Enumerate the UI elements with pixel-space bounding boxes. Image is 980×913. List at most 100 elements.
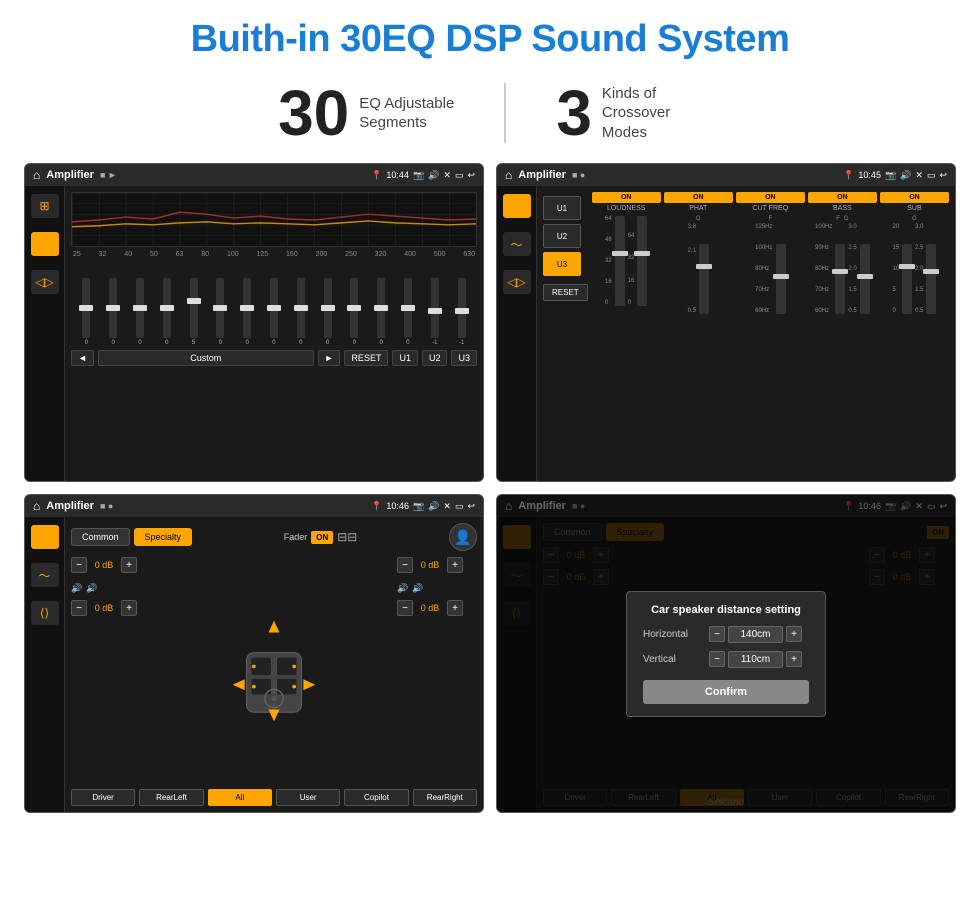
rearright-btn[interactable]: RearRight [413, 789, 477, 806]
bass-on[interactable]: ON [808, 192, 877, 203]
sidebar-eq-btn[interactable]: ⊞ [31, 194, 59, 218]
reset-btn-1[interactable]: RESET [344, 350, 388, 366]
vol-rr-minus[interactable]: − [397, 600, 413, 616]
eq-slider-0[interactable]: 0 [82, 278, 90, 346]
crossover-bands: ON LOUDNESS 644832160 6432160 [592, 192, 949, 475]
cutfreq-slider[interactable] [776, 244, 786, 314]
vol-fl-minus[interactable]: − [71, 557, 87, 573]
time-3: 10:46 [386, 501, 409, 511]
cutfreq-on[interactable]: ON [736, 192, 805, 203]
eq-slider-6[interactable]: 0 [243, 278, 251, 346]
vol-fl-plus[interactable]: + [121, 557, 137, 573]
next-btn[interactable]: ► [318, 350, 341, 366]
eq-slider-14[interactable]: -1 [458, 278, 466, 346]
sidebar-wave-btn-3[interactable]: 〜 [31, 563, 59, 587]
fader-label: Fader [284, 532, 308, 542]
confirm-button[interactable]: Confirm [643, 680, 809, 704]
u3-preset[interactable]: U3 [543, 252, 581, 276]
home-icon-3[interactable]: ⌂ [33, 499, 40, 513]
vertical-plus[interactable]: + [786, 651, 802, 667]
back-icon-3: ↩ [467, 501, 475, 512]
loudness-slider[interactable] [615, 216, 625, 306]
reset-btn-2[interactable]: RESET [543, 284, 588, 301]
sub-slider[interactable] [902, 244, 912, 314]
u1-preset[interactable]: U1 [543, 196, 581, 220]
vol-rl-plus[interactable]: + [121, 600, 137, 616]
bass-label: BASS [833, 205, 852, 212]
all-btn[interactable]: All [208, 789, 272, 806]
eq-slider-1[interactable]: 0 [109, 278, 117, 346]
vol-fr-minus[interactable]: − [397, 557, 413, 573]
copilot-btn[interactable]: Copilot [344, 789, 408, 806]
horizontal-minus[interactable]: − [709, 626, 725, 642]
eq-slider-5[interactable]: 0 [216, 278, 224, 346]
phat-slider[interactable] [699, 244, 709, 314]
vol-rl-val: 0 dB [90, 603, 118, 613]
eq-slider-8[interactable]: 0 [297, 278, 305, 346]
band-bass: ON BASS FG 100Hz90Hz80Hz70Hz60Hz [808, 192, 877, 475]
sidebar-wave-btn-2[interactable]: 〜 [503, 232, 531, 256]
eq-slider-13[interactable]: -1 [431, 278, 439, 346]
eq-slider-12[interactable]: 0 [404, 278, 412, 346]
fader-on-btn[interactable]: ON [311, 531, 333, 544]
u3-btn-1[interactable]: U3 [451, 350, 477, 366]
amp-left-controls: − 0 dB + 🔊 🔊 − 0 dB + [71, 557, 151, 785]
u2-btn-1[interactable]: U2 [422, 350, 448, 366]
eq-slider-4[interactable]: 5 [190, 278, 198, 346]
eq-slider-9[interactable]: 0 [324, 278, 332, 346]
sidebar-wave-btn[interactable]: 〜 [31, 232, 59, 256]
eq-slider-2[interactable]: 0 [136, 278, 144, 346]
user-btn[interactable]: User [276, 789, 340, 806]
sidebar-bt-btn-3[interactable]: ⟨⟩ [31, 601, 59, 625]
sub-on[interactable]: ON [880, 192, 949, 203]
stat-eq-label: EQ AdjustableSegments [359, 94, 454, 133]
band-cutfreq: ON CUT FREQ F 125Hz100Hz80Hz70Hz60Hz [736, 192, 805, 475]
eq-graph [71, 192, 477, 247]
phat-on[interactable]: ON [664, 192, 733, 203]
horizontal-plus[interactable]: + [786, 626, 802, 642]
prev-btn[interactable]: ◄ [71, 350, 94, 366]
stat-crossover-label: Kinds ofCrossover Modes [602, 84, 702, 143]
eq-sliders: 0 0 0 0 5 [71, 261, 477, 346]
speaker-distance-dialog: Car speaker distance setting Horizontal … [626, 591, 826, 717]
loudness-slider-2[interactable] [637, 216, 647, 306]
u2-preset[interactable]: U2 [543, 224, 581, 248]
profile-icon[interactable]: 👤 [449, 523, 477, 551]
sidebar-1: ⊞ 〜 ◁▷ [25, 186, 65, 481]
eq-slider-10[interactable]: 0 [350, 278, 358, 346]
sidebar-eq-btn-3[interactable]: ⊞ [31, 525, 59, 549]
home-icon-2[interactable]: ⌂ [505, 168, 512, 182]
u1-btn-1[interactable]: U1 [392, 350, 418, 366]
vertical-val-box: − + [709, 651, 802, 668]
bass-slider-g[interactable] [860, 244, 870, 314]
vol-rl-minus[interactable]: − [71, 600, 87, 616]
vertical-minus[interactable]: − [709, 651, 725, 667]
horizontal-input[interactable] [728, 626, 783, 643]
amp-top-bar: Common Specialty Fader ON ⊟⊟ 👤 [71, 523, 477, 551]
eq-slider-11[interactable]: 0 [377, 278, 385, 346]
common-mode-btn[interactable]: Common [71, 528, 130, 546]
rearleft-btn[interactable]: RearLeft [139, 789, 203, 806]
sidebar-2: ⊞ 〜 ◁▷ [497, 186, 537, 481]
loudness-on[interactable]: ON [592, 192, 661, 203]
home-icon-1[interactable]: ⌂ [33, 168, 40, 182]
freq-labels: 2532405063 80100125160200 25032040050063… [71, 251, 477, 258]
vertical-input[interactable] [728, 651, 783, 668]
volume-icon-2: 🔊 [900, 170, 911, 181]
volume-icon-1: 🔊 [428, 170, 439, 181]
vol-rr-plus[interactable]: + [447, 600, 463, 616]
eq-slider-7[interactable]: 0 [270, 278, 278, 346]
sidebar-vol-btn-2[interactable]: ◁▷ [503, 270, 531, 294]
sidebar-vol-btn[interactable]: ◁▷ [31, 270, 59, 294]
eq-slider-3[interactable]: 0 [163, 278, 171, 346]
vol-fr-plus[interactable]: + [447, 557, 463, 573]
bass-slider-f[interactable] [835, 244, 845, 314]
sub-slider-2[interactable] [926, 244, 936, 314]
sidebar-eq-btn-2[interactable]: ⊞ [503, 194, 531, 218]
custom-preset-btn[interactable]: Custom [98, 350, 314, 366]
specialty-mode-btn[interactable]: Specialty [134, 528, 193, 546]
screen-crossover: ⌂ Amplifier ■ ● 📍 10:45 📷 🔊 ✕ ▭ ↩ ⊞ 〜 ◁▷ [496, 163, 956, 482]
vol-fl: − 0 dB + [71, 557, 151, 573]
time-2: 10:45 [858, 170, 881, 180]
driver-btn[interactable]: Driver [71, 789, 135, 806]
